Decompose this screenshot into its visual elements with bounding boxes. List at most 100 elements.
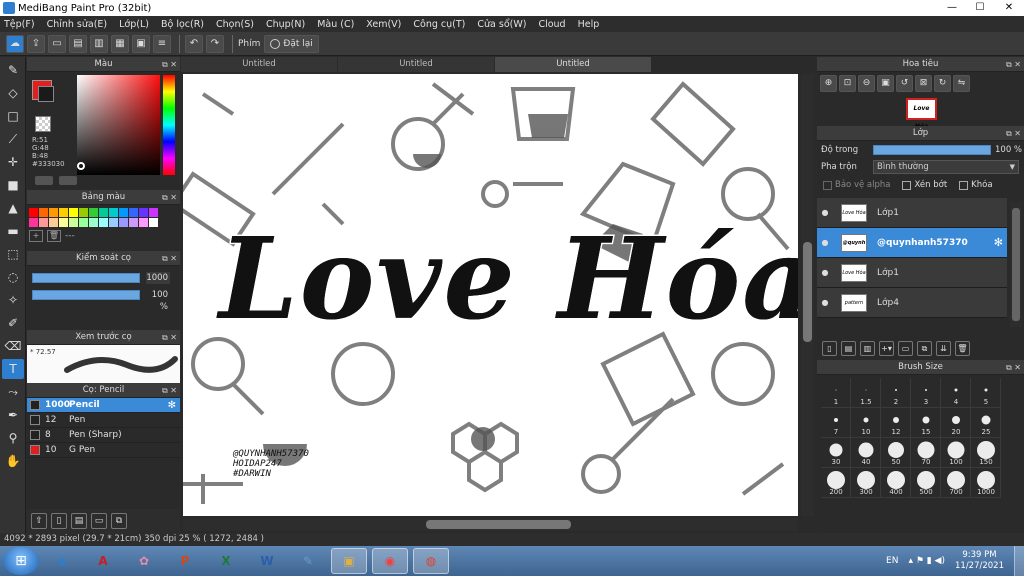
brush-size-cell[interactable]: 40 xyxy=(851,438,881,468)
menu-cloud[interactable]: Cloud xyxy=(538,19,565,30)
visibility-icon[interactable]: ● xyxy=(817,298,833,307)
eraser-icon[interactable]: ◇ xyxy=(2,83,24,103)
chrome-icon[interactable]: ◍ xyxy=(413,548,449,574)
language-indicator[interactable]: EN xyxy=(886,556,898,566)
palette-swatch[interactable] xyxy=(29,208,38,217)
redo-icon[interactable]: ↷ xyxy=(206,34,224,53)
layer-row[interactable]: ● Love Hóa Lớp1 xyxy=(817,258,1007,288)
comic-icon[interactable]: ▣ xyxy=(132,34,150,53)
grid-icon[interactable]: ▦ xyxy=(111,34,129,53)
vertical-scrollbar[interactable] xyxy=(801,74,814,516)
palette-swatch[interactable] xyxy=(139,218,148,227)
menu-select[interactable]: Chọn(S) xyxy=(216,19,254,30)
lock-checkbox[interactable]: Khóa xyxy=(959,180,993,190)
ie-icon[interactable]: e xyxy=(44,548,80,574)
dropper-icon[interactable]: ⚲ xyxy=(2,428,24,448)
divider-icon[interactable]: ⤳ xyxy=(2,382,24,402)
brush-size-cell[interactable]: 25 xyxy=(971,408,1001,438)
duplicate-layer-icon[interactable]: ⧉ xyxy=(917,340,932,356)
new-layer-icon[interactable]: ▯ xyxy=(822,340,837,356)
panel-close-icon[interactable]: ⧉ ✕ xyxy=(162,57,177,72)
brush-item[interactable]: 8 Pen (Sharp) xyxy=(27,428,180,443)
move-icon[interactable]: ✛ xyxy=(2,152,24,172)
menu-snap[interactable]: Chụp(N) xyxy=(266,19,305,30)
cloud-icon[interactable]: ☁ xyxy=(6,34,24,53)
gear-icon[interactable]: ✻ xyxy=(168,400,176,411)
tab-untitled-3[interactable]: Untitled xyxy=(495,57,651,72)
palette-swatch[interactable] xyxy=(109,218,118,227)
brush-size-value[interactable]: 1000 xyxy=(146,272,170,284)
color-picker-cursor[interactable] xyxy=(77,162,85,170)
menu-color[interactable]: Màu (C) xyxy=(317,19,354,30)
palette-swatch[interactable] xyxy=(149,218,158,227)
color-mode-button[interactable] xyxy=(35,176,53,185)
brush-size-cell[interactable]: 2 xyxy=(881,378,911,408)
brush-size-cell[interactable]: 400 xyxy=(881,468,911,498)
palette-swatch[interactable] xyxy=(129,218,138,227)
powerpoint-icon[interactable]: P xyxy=(167,548,203,574)
vertical-scroll-thumb[interactable] xyxy=(803,242,812,342)
brush-size-cell[interactable]: 70 xyxy=(911,438,941,468)
palette-swatch[interactable] xyxy=(79,208,88,217)
eyedropper-icon[interactable]: ✒ xyxy=(2,405,24,425)
brush-size-cell[interactable]: 700 xyxy=(941,468,971,498)
panel-close-icon[interactable]: ⧉ ✕ xyxy=(1006,57,1021,72)
palette-swatch[interactable] xyxy=(109,208,118,217)
menu-window[interactable]: Cửa sổ(W) xyxy=(477,19,526,30)
panel-close-icon[interactable]: ⧉ ✕ xyxy=(162,251,177,266)
delete-layer-icon[interactable]: 🗑 xyxy=(955,340,970,356)
reset-view-icon[interactable]: ⊠ xyxy=(915,74,932,92)
brush-size-cell[interactable]: 4 xyxy=(941,378,971,408)
brush-size-slider[interactable] xyxy=(32,273,140,283)
layer-row[interactable]: ● @quynh @quynhanh57370 ✻ xyxy=(817,228,1007,258)
palette-swatch[interactable] xyxy=(139,208,148,217)
clipping-checkbox[interactable]: Xén bớt xyxy=(902,180,947,190)
background-color-swatch[interactable] xyxy=(38,86,54,102)
menu-view[interactable]: Xem(V) xyxy=(366,19,401,30)
brush-copy-icon[interactable]: ▤ xyxy=(71,513,87,529)
fit-icon[interactable]: ⊡ xyxy=(839,74,856,92)
add-layer-menu-icon[interactable]: +▾ xyxy=(879,340,894,356)
protect-alpha-checkbox[interactable]: Bảo vệ alpha xyxy=(823,180,890,190)
brush-add-icon[interactable]: ⇧ xyxy=(31,513,47,529)
brush-size-cell[interactable]: 20 xyxy=(941,408,971,438)
layer-row[interactable]: ● Love Hóa Lớp1 xyxy=(817,198,1007,228)
rect-icon[interactable]: □ xyxy=(2,106,24,126)
zoom-out-icon[interactable]: ⊖ xyxy=(858,74,875,92)
start-button[interactable]: ⊞ xyxy=(3,547,39,575)
magic-wand-icon[interactable]: ✧ xyxy=(2,290,24,310)
page-icon[interactable]: ▤ xyxy=(69,34,87,53)
panel-close-icon[interactable]: ⧉ ✕ xyxy=(162,190,177,205)
doc-icon[interactable]: ▥ xyxy=(90,34,108,53)
palette-swatch[interactable] xyxy=(69,208,78,217)
brush-size-cell[interactable]: 15 xyxy=(911,408,941,438)
horizontal-scrollbar[interactable] xyxy=(183,518,798,531)
tab-untitled-2[interactable]: Untitled xyxy=(338,57,494,72)
panel-close-icon[interactable]: ⧉ ✕ xyxy=(1006,126,1021,141)
zoom-in-icon[interactable]: ⊕ xyxy=(820,74,837,92)
brush-size-cell[interactable]: 500 xyxy=(911,468,941,498)
fill-rect-icon[interactable]: ■ xyxy=(2,175,24,195)
palette-delete-icon[interactable]: 🗑 xyxy=(47,230,61,242)
brush-size-cell[interactable]: 5 xyxy=(971,378,1001,408)
menu-tools[interactable]: Công cụ(T) xyxy=(413,19,465,30)
visibility-icon[interactable]: ● xyxy=(817,268,833,277)
color-picker-square[interactable] xyxy=(77,75,160,175)
brush-size-cell[interactable]: 10 xyxy=(851,408,881,438)
brush-size-cell[interactable]: 7 xyxy=(821,408,851,438)
word-icon[interactable]: W xyxy=(249,548,285,574)
palette-swatch[interactable] xyxy=(99,218,108,227)
new-layer-1bit-icon[interactable]: ▥ xyxy=(860,340,875,356)
brush-opacity-slider[interactable] xyxy=(32,290,140,300)
tray-icons[interactable]: ▴ ⚑ ▮ ◀) xyxy=(908,556,945,566)
panel-close-icon[interactable]: ⧉ ✕ xyxy=(1006,360,1021,375)
undo-icon[interactable]: ↶ xyxy=(185,34,203,53)
rotate-left-icon[interactable]: ↺ xyxy=(896,74,913,92)
drawing-canvas[interactable]: Love Hóa @QUYNHANH57370 HOIDAP247 #DARWI… xyxy=(183,74,798,516)
brush-item[interactable]: 10 G Pen xyxy=(27,443,180,458)
tab-untitled-1[interactable]: Untitled xyxy=(181,57,337,72)
brush-size-cell[interactable]: 12 xyxy=(881,408,911,438)
folder-icon[interactable]: ▭ xyxy=(898,340,913,356)
select-rect-icon[interactable]: ⬚ xyxy=(2,244,24,264)
horizontal-scroll-thumb[interactable] xyxy=(426,520,571,529)
